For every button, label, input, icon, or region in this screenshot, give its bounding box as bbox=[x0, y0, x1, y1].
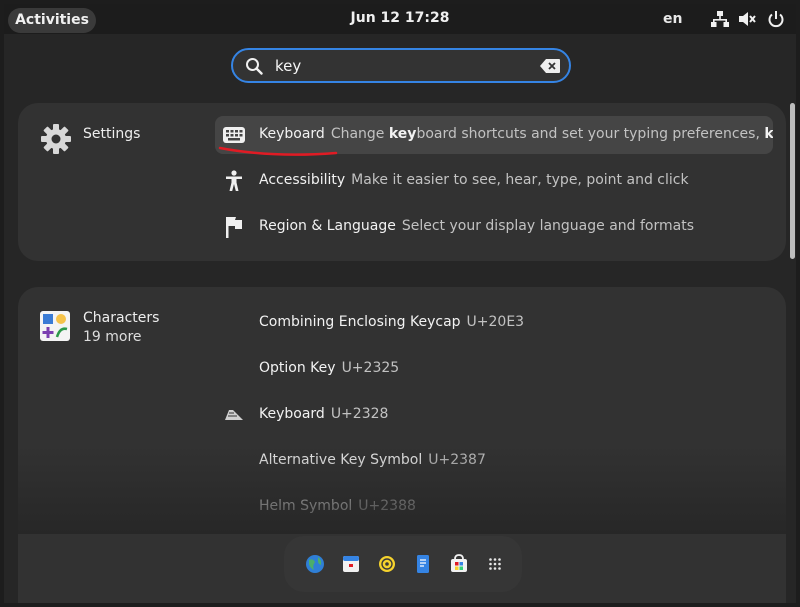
search-icon bbox=[246, 58, 263, 75]
app-grid-icon[interactable] bbox=[481, 550, 509, 578]
characters-app-icon[interactable] bbox=[40, 311, 70, 341]
keyboard-icon bbox=[223, 127, 245, 143]
result-description: U+20E3 bbox=[466, 314, 525, 330]
desc-part: board shortcuts and set your typing pref… bbox=[416, 126, 765, 142]
desc-match: keyb bbox=[764, 126, 773, 142]
result-text: Combining Enclosing Keycap U+20E3 bbox=[259, 314, 524, 330]
result-title: Helm Symbol bbox=[259, 498, 353, 514]
result-title: Keyboard bbox=[259, 126, 325, 142]
search-box[interactable] bbox=[231, 48, 571, 83]
result-description: Make it easier to see, hear, type, point… bbox=[351, 172, 689, 188]
result-title: Keyboard bbox=[259, 406, 325, 422]
result-description: U+2328 bbox=[330, 406, 389, 422]
settings-results-panel: Settings Keyboard Change keyboard shortcu… bbox=[18, 103, 786, 261]
result-character[interactable]: Keyboard U+2328 bbox=[215, 396, 773, 434]
result-character[interactable]: Helm Symbol U+2388 bbox=[215, 488, 773, 526]
keyboard-glyph-icon bbox=[225, 410, 243, 420]
top-bar: Activities Jun 12 17:28 en bbox=[4, 4, 796, 34]
result-character[interactable]: Option Key U+2325 bbox=[215, 350, 773, 388]
rhythmbox-icon[interactable] bbox=[373, 550, 401, 578]
result-region-language[interactable]: Region & Language Select your display lan… bbox=[215, 208, 773, 246]
result-keyboard-settings[interactable]: Keyboard Change keyboard shortcuts and se… bbox=[215, 116, 773, 154]
provider-name-characters[interactable]: Characters bbox=[83, 310, 159, 326]
software-center-icon[interactable] bbox=[445, 550, 473, 578]
desktop-screen: Activities Jun 12 17:28 en key Settings … bbox=[4, 4, 796, 603]
input-language-indicator[interactable]: en bbox=[663, 11, 682, 27]
result-title: Region & Language bbox=[259, 218, 396, 234]
calendar-icon[interactable] bbox=[337, 550, 365, 578]
search-input[interactable] bbox=[275, 50, 525, 81]
volume-muted-icon[interactable] bbox=[738, 10, 756, 28]
result-description: U+2388 bbox=[358, 498, 416, 514]
browser-icon[interactable] bbox=[301, 550, 329, 578]
result-description: Select your display language and formats bbox=[401, 218, 694, 234]
scrollbar[interactable] bbox=[790, 103, 795, 259]
provider-name-settings[interactable]: Settings bbox=[83, 126, 140, 142]
desc-part: Change bbox=[330, 126, 389, 142]
power-icon[interactable] bbox=[767, 10, 785, 28]
dash-dock bbox=[284, 536, 522, 592]
network-icon[interactable] bbox=[711, 10, 729, 28]
flag-icon bbox=[226, 217, 242, 238]
result-character[interactable]: Combining Enclosing Keycap U+20E3 bbox=[215, 304, 773, 342]
result-text: Alternative Key Symbol U+2387 bbox=[259, 452, 486, 468]
result-text: Option Key U+2325 bbox=[259, 360, 399, 376]
accessibility-icon bbox=[226, 170, 242, 191]
clear-icon[interactable] bbox=[540, 59, 560, 73]
result-text: Helm Symbol U+2388 bbox=[259, 498, 416, 514]
result-text: Accessibility Make it easier to see, hear… bbox=[259, 172, 689, 188]
result-description: U+2325 bbox=[341, 360, 400, 376]
result-character[interactable]: Alternative Key Symbol U+2387 bbox=[215, 442, 773, 480]
result-title: Accessibility bbox=[259, 172, 346, 188]
provider-more-count[interactable]: 19 more bbox=[83, 329, 142, 345]
result-text: Region & Language Select your display lan… bbox=[259, 218, 694, 234]
result-description: U+2387 bbox=[428, 452, 486, 468]
result-description: Change keyboard shortcuts and set your t… bbox=[331, 126, 773, 142]
result-text: Keyboard Change keyboard shortcuts and se… bbox=[259, 126, 773, 142]
result-accessibility[interactable]: Accessibility Make it easier to see, hear… bbox=[215, 162, 773, 200]
text-editor-icon[interactable] bbox=[409, 550, 437, 578]
result-text: Keyboard U+2328 bbox=[259, 406, 388, 422]
result-title: Alternative Key Symbol bbox=[259, 452, 423, 468]
desc-match: key bbox=[388, 126, 417, 142]
gear-icon[interactable] bbox=[40, 123, 72, 155]
result-title: Option Key bbox=[259, 360, 336, 376]
result-title: Combining Enclosing Keycap bbox=[259, 314, 461, 330]
